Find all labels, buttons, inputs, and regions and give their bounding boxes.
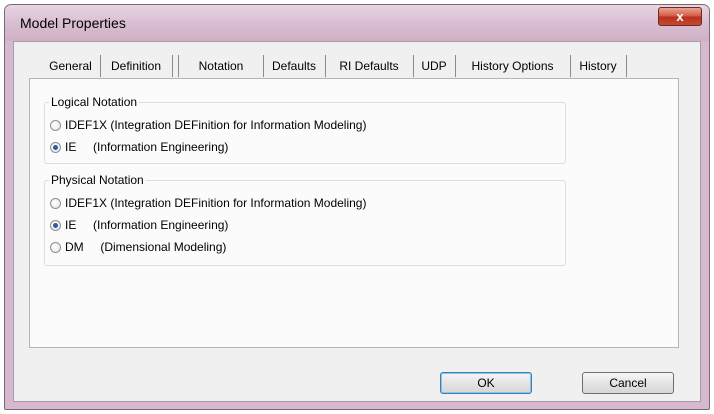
physical-idef1x-option[interactable]: IDEF1X (Integration DEFinition for Infor… [50, 196, 366, 210]
logical-ie-option[interactable]: IE (Information Engineering) [50, 140, 228, 154]
logical-notation-group [44, 102, 566, 164]
cancel-button[interactable]: Cancel [582, 372, 674, 394]
physical-dm-option[interactable]: DM (Dimensional Modeling) [50, 240, 226, 254]
logical-idef1x-label: IDEF1X (Integration DEFinition for Infor… [65, 118, 367, 132]
logical-idef1x-option[interactable]: IDEF1X (Integration DEFinition for Infor… [50, 118, 366, 132]
tab-udp[interactable]: UDP [413, 55, 456, 77]
tab-definition[interactable]: Definition [100, 55, 173, 77]
tab-history[interactable]: History [570, 55, 627, 77]
physical-ie-option[interactable]: IE (Information Engineering) [50, 218, 228, 232]
notation-tab-panel: Logical Notation IDEF1X (Integration DEF… [29, 78, 679, 348]
logical-idef1x-radio[interactable] [50, 119, 61, 131]
physical-notation-label: Physical Notation [49, 173, 146, 187]
tab-history-options[interactable]: History Options [455, 55, 571, 77]
physical-dm-label: DM (Dimensional Modeling) [65, 240, 227, 254]
physical-idef1x-label: IDEF1X (Integration DEFinition for Infor… [65, 196, 367, 210]
window-title: Model Properties [20, 15, 126, 31]
tab-notation[interactable]: Notation [178, 55, 264, 77]
close-button[interactable]: x [658, 7, 702, 26]
physical-ie-label: IE (Information Engineering) [65, 218, 229, 232]
logical-notation-label: Logical Notation [49, 95, 140, 109]
tab-ri-defaults[interactable]: RI Defaults [325, 55, 414, 77]
tab-defaults[interactable]: Defaults [263, 55, 326, 77]
dialog-client-area: General Definition Notation Defaults RI … [13, 41, 701, 402]
physical-ie-radio[interactable] [50, 219, 61, 231]
tab-general[interactable]: General [41, 55, 101, 77]
title-bar[interactable]: Model Properties x [5, 5, 709, 41]
physical-idef1x-radio[interactable] [50, 197, 61, 209]
logical-ie-label: IE (Information Engineering) [65, 140, 229, 154]
ok-button[interactable]: OK [440, 372, 532, 394]
physical-dm-radio[interactable] [50, 241, 61, 253]
logical-ie-radio[interactable] [50, 141, 61, 153]
model-properties-dialog: Model Properties x General Definition No… [4, 4, 710, 410]
close-icon: x [676, 9, 684, 24]
